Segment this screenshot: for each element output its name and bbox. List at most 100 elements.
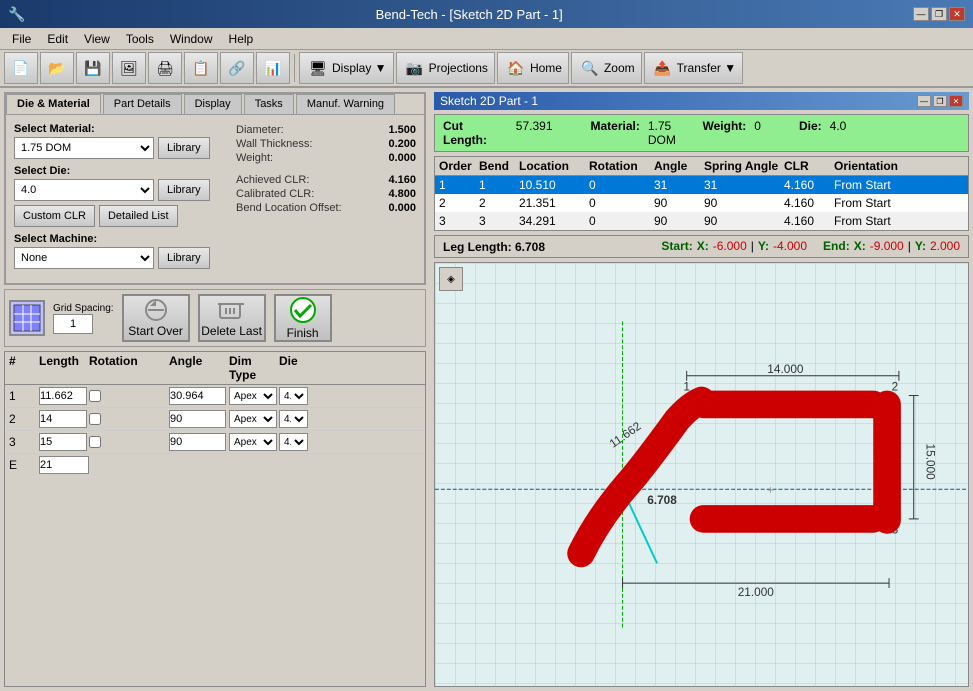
- tab-part-details[interactable]: Part Details: [103, 94, 182, 114]
- row1-length[interactable]: [39, 387, 87, 405]
- toolbar-new[interactable]: 📄: [4, 52, 38, 84]
- row3-dim-type[interactable]: Apex: [229, 433, 277, 451]
- weight-info-label: Weight:: [703, 119, 747, 147]
- new-icon: 📄: [9, 56, 33, 80]
- br1-spring-angle: 31: [704, 178, 784, 192]
- menu-file[interactable]: File: [4, 30, 39, 48]
- svg-text:2: 2: [892, 380, 899, 394]
- delete-last-btn[interactable]: Delete Last: [198, 294, 266, 342]
- menu-edit[interactable]: Edit: [39, 30, 76, 48]
- main-content: Die & Material Part Details Display Task…: [0, 88, 973, 691]
- restore-button[interactable]: ❐: [931, 7, 947, 21]
- row3-angle[interactable]: [169, 433, 226, 451]
- grid-spacing-input[interactable]: [53, 314, 93, 334]
- start-label: Start:: [661, 239, 692, 254]
- toolbar-save[interactable]: 💾: [76, 52, 110, 84]
- inner-restore-btn[interactable]: ❐: [933, 95, 947, 107]
- canvas-area[interactable]: ◈ 14.000 15.000 21.000: [434, 262, 969, 687]
- bend-row-2[interactable]: 2 2 21.351 0 90 90 4.160 From Start: [435, 194, 968, 212]
- row1-dim-type[interactable]: Apex: [229, 387, 277, 405]
- row3-rotation[interactable]: [89, 436, 101, 448]
- leg-length-display: Leg Length: 6.708: [443, 239, 545, 254]
- minimize-button[interactable]: —: [913, 7, 929, 21]
- machine-select[interactable]: None: [14, 247, 154, 269]
- menu-view[interactable]: View: [76, 30, 118, 48]
- br3-clr: 4.160: [784, 214, 834, 228]
- material-group: Select Material: 1.75 DOM Library: [14, 123, 228, 159]
- die-row: 4.0 Library: [14, 179, 228, 201]
- menu-window[interactable]: Window: [162, 30, 221, 48]
- icon5: 🖨: [153, 56, 177, 80]
- toolbar-btn7[interactable]: 🔗: [220, 52, 254, 84]
- weight-info-value: 0: [754, 119, 761, 147]
- material-select[interactable]: 1.75 DOM: [14, 137, 154, 159]
- detailed-list-btn[interactable]: Detailed List: [99, 205, 178, 227]
- br1-rotation: 0: [589, 178, 654, 192]
- e-value[interactable]: [39, 456, 89, 474]
- die-library-btn[interactable]: Library: [158, 179, 210, 201]
- row1-rotation[interactable]: [89, 390, 101, 402]
- row1-die[interactable]: 4.0: [279, 387, 308, 405]
- tab-tasks[interactable]: Tasks: [244, 94, 294, 114]
- toolbar-open[interactable]: 📂: [40, 52, 74, 84]
- parts-table-header: # Length Rotation Angle Dim Type Die: [5, 352, 425, 385]
- row3-die[interactable]: 4.0: [279, 433, 308, 451]
- material-label: Select Material:: [14, 123, 228, 135]
- finish-btn[interactable]: Finish: [274, 294, 332, 342]
- toolbar-btn6[interactable]: 📋: [184, 52, 218, 84]
- start-over-btn[interactable]: Start Over: [122, 294, 190, 342]
- menu-tools[interactable]: Tools: [118, 30, 162, 48]
- br1-clr: 4.160: [784, 178, 834, 192]
- toolbar-display[interactable]: 🖥 Display ▼: [299, 52, 394, 84]
- toolbar-projections[interactable]: 📷 Projections: [396, 52, 495, 84]
- toolbar-btn8[interactable]: 📊: [256, 52, 290, 84]
- row1-angle[interactable]: [169, 387, 226, 405]
- toolbar-zoom[interactable]: 🔍 Zoom: [571, 52, 642, 84]
- die-info-value: 4.0: [830, 119, 847, 147]
- tab-display[interactable]: Display: [184, 94, 242, 114]
- material-library-btn[interactable]: Library: [158, 137, 210, 159]
- inner-title-bar: Sketch 2D Part - 1 — ❐ ✕: [434, 92, 969, 110]
- material-info-label: Material:: [591, 119, 640, 147]
- toolbar-btn5[interactable]: 🖨: [148, 52, 182, 84]
- field-calibrated-clr: Calibrated CLR: 4.800: [236, 187, 416, 201]
- tab-manuf-warning[interactable]: Manuf. Warning: [296, 94, 395, 114]
- row2-die[interactable]: 4.0: [279, 410, 308, 428]
- home-icon: 🏠: [504, 56, 528, 80]
- cut-length-info: Cut Length: 57.391 Material: 1.75 DOM: [443, 119, 701, 147]
- row2-length[interactable]: [39, 410, 87, 428]
- end-x-label: X:: [854, 239, 866, 254]
- toolbar-home[interactable]: 🏠 Home: [497, 52, 569, 84]
- bth-rotation: Rotation: [589, 159, 654, 173]
- parts-row-3: 3 Apex 4.0: [5, 431, 425, 454]
- close-button[interactable]: ✕: [949, 7, 965, 21]
- die-group: Select Die: 4.0 Library Custom CLR Detai…: [14, 165, 228, 227]
- toolbar-transfer[interactable]: 📤 Transfer ▼: [644, 52, 743, 84]
- svg-text:✕: ✕: [618, 483, 628, 497]
- inner-close-btn[interactable]: ✕: [949, 95, 963, 107]
- row2-rotation[interactable]: [89, 413, 101, 425]
- tab-die-material[interactable]: Die & Material: [6, 94, 101, 114]
- row2-dim-type[interactable]: Apex: [229, 410, 277, 428]
- row2-angle[interactable]: [169, 410, 226, 428]
- start-y-value: -4.000: [773, 239, 807, 254]
- row1-num: 1: [9, 389, 39, 403]
- field-wall: Wall Thickness: 0.200: [236, 137, 416, 151]
- toolbar: 📄 📂 💾 🖼 🖨 📋 🔗 📊 🖥 Display ▼ 📷 Projection…: [0, 50, 973, 88]
- br2-clr: 4.160: [784, 196, 834, 210]
- machine-library-btn[interactable]: Library: [158, 247, 210, 269]
- custom-clr-btn[interactable]: Custom CLR: [14, 205, 95, 227]
- inner-minimize-btn[interactable]: —: [917, 95, 931, 107]
- bend-row-1[interactable]: 1 1 10.510 0 31 31 4.160 From Start: [435, 176, 968, 194]
- menu-help[interactable]: Help: [221, 30, 262, 48]
- toolbar-btn4[interactable]: 🖼: [112, 52, 146, 84]
- weight-info: Weight: 0 Die: 4.0: [703, 119, 961, 147]
- row3-length[interactable]: [39, 433, 87, 451]
- br2-bend: 2: [479, 196, 519, 210]
- machine-row: None Library: [14, 247, 228, 269]
- weight-label: Weight:: [236, 152, 273, 164]
- br2-order: 2: [439, 196, 479, 210]
- save-icon: 💾: [81, 56, 105, 80]
- bend-row-3[interactable]: 3 3 34.291 0 90 90 4.160 From Start: [435, 212, 968, 230]
- die-select[interactable]: 4.0: [14, 179, 154, 201]
